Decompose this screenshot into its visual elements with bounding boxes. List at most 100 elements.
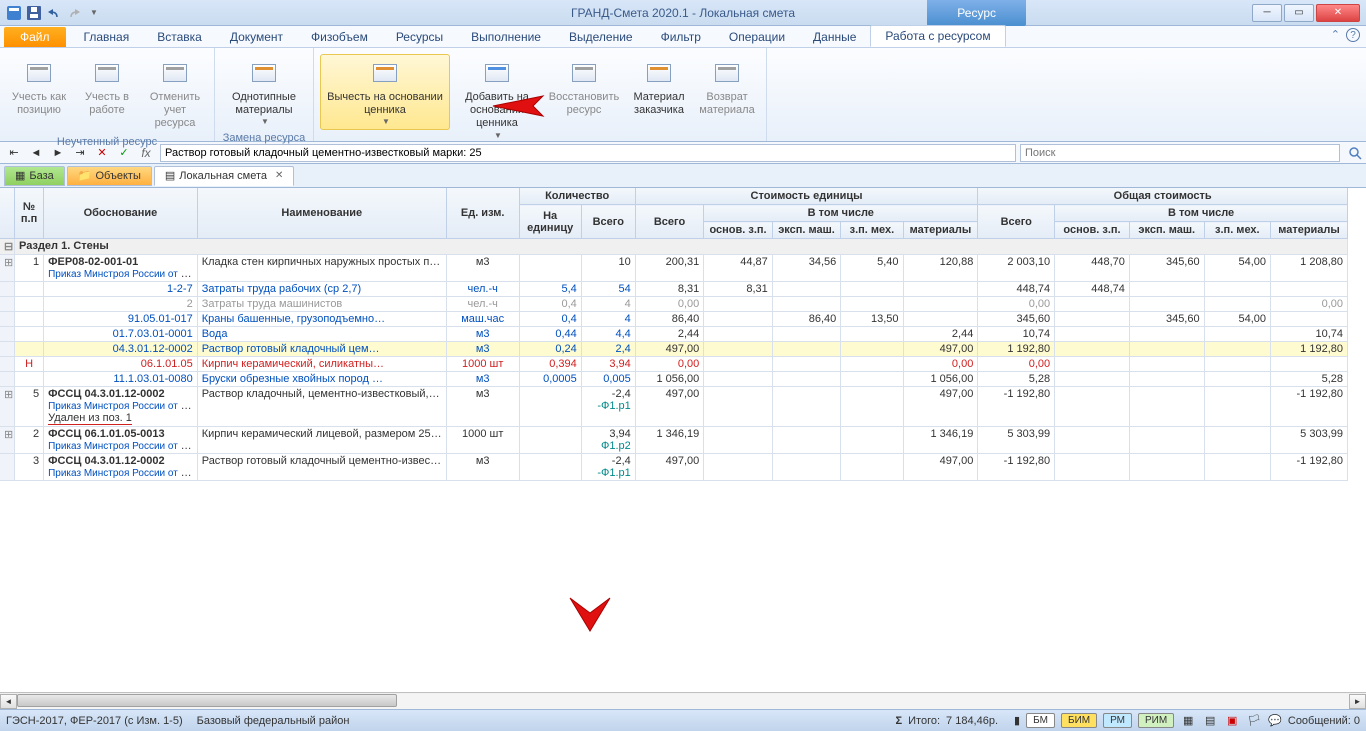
ribbon-group-unaccounted: Учесть как позицию Учесть в работе Отмен… — [0, 48, 215, 141]
search-input[interactable] — [1020, 144, 1340, 162]
nav-prev-icon[interactable]: ◄ — [26, 144, 46, 162]
scroll-left-icon[interactable]: ◄ — [0, 694, 17, 709]
status-flag-icon[interactable]: 🏳 — [1246, 713, 1262, 729]
messages-icon[interactable]: 💬 — [1268, 714, 1282, 727]
cancel-icon[interactable]: ✕ — [92, 144, 112, 162]
table-row-highlighted[interactable]: 04.3.01.12-0002Раствор готовый кладочный… — [0, 342, 1348, 357]
tab-physvolume[interactable]: Физобъем — [297, 27, 382, 47]
nav-last-icon[interactable]: ⇥ — [70, 144, 90, 162]
qat-dropdown-icon[interactable]: ▼ — [86, 5, 102, 21]
status-icon-2[interactable]: ▤ — [1202, 713, 1218, 729]
col-npp[interactable]: № п.п — [15, 188, 44, 239]
tab-file[interactable]: Файл — [4, 27, 66, 47]
table-row[interactable]: 01.7.03.01-0001Водам30,444,42,442,4410,7… — [0, 327, 1348, 342]
btn-subtract-by-pricelist[interactable]: Вычесть на основании ценника▼ — [320, 54, 450, 130]
tab-operations[interactable]: Операции — [715, 27, 799, 47]
status-region: Базовый федеральный район — [197, 715, 350, 727]
tab-execution[interactable]: Выполнение — [457, 27, 555, 47]
nav-next-icon[interactable]: ► — [48, 144, 68, 162]
flag-icon: ▮ — [1014, 714, 1020, 727]
btn-similar-materials[interactable]: Однотипные материалы▼ — [221, 54, 307, 130]
tab-base[interactable]: ▦База — [4, 166, 65, 186]
redo-icon[interactable] — [66, 5, 82, 21]
save-icon[interactable] — [26, 5, 42, 21]
table-row[interactable]: 91.05.01-017Краны башенные, грузоподъемн… — [0, 312, 1348, 327]
col-sted[interactable]: Стоимость единицы — [635, 188, 978, 205]
tab-objects[interactable]: 📁Объекты — [67, 166, 152, 186]
btn-account-in-work[interactable]: Учесть в работе — [74, 54, 140, 120]
db-icon: ▦ — [15, 169, 25, 182]
search-go-icon[interactable] — [1344, 144, 1366, 162]
tab-close-icon[interactable]: ✕ — [275, 170, 283, 181]
scroll-thumb[interactable] — [17, 694, 397, 707]
window-controls: ─ ▭ ✕ — [1252, 4, 1360, 22]
contextual-tab-label: Ресурс — [927, 0, 1026, 26]
badge-bim[interactable]: БИМ — [1061, 713, 1097, 728]
btn-restore-resource[interactable]: Восстановить ресурс — [544, 54, 624, 120]
help-icon[interactable]: ? — [1346, 28, 1360, 42]
doc-icon: ▤ — [165, 169, 175, 182]
btn-cancel-accounting[interactable]: Отменить учет ресурса — [142, 54, 208, 134]
folder-icon: 📁 — [78, 169, 92, 182]
table-row[interactable]: ⊞ 5 ФССЦ 04.3.01.12-0002Приказ Минстроя … — [0, 387, 1348, 427]
accept-icon[interactable]: ✓ — [114, 144, 134, 162]
horizontal-scrollbar[interactable]: ◄ ► — [0, 692, 1366, 709]
tab-resources[interactable]: Ресурсы — [382, 27, 457, 47]
tab-document[interactable]: Документ — [216, 27, 297, 47]
ribbon-tab-strip: Файл Главная Вставка Документ Физобъем Р… — [0, 26, 1366, 48]
table-row[interactable]: 3 ФССЦ 04.3.01.12-0002Приказ Минстроя Ро… — [0, 454, 1348, 481]
quick-access-toolbar: ▼ — [0, 5, 102, 21]
table-row[interactable]: 2Затраты труда машинистовчел.-ч0,440,000… — [0, 297, 1348, 312]
col-naim[interactable]: Наименование — [197, 188, 446, 239]
minimize-button[interactable]: ─ — [1252, 4, 1282, 22]
grid-container: № п.п Обоснование Наименование Ед. изм. … — [0, 188, 1366, 692]
status-icon-1[interactable]: ▦ — [1180, 713, 1196, 729]
table-row[interactable]: 11.1.03.01-0080Бруски обрезные хвойных п… — [0, 372, 1348, 387]
badge-bm[interactable]: БМ — [1026, 713, 1055, 728]
ribbon-group-operations: Вычесть на основании ценника▼ Добавить н… — [314, 48, 767, 141]
undo-icon[interactable] — [46, 5, 62, 21]
status-base: ГЭСН-2017, ФЕР-2017 (с Изм. 1-5) — [6, 715, 183, 727]
btn-add-by-pricelist[interactable]: Добавить на основании ценника▼ — [452, 54, 542, 143]
tab-resource-work[interactable]: Работа с ресурсом — [870, 25, 1005, 47]
ribbon-minimize-icon[interactable]: ⌃ — [1331, 28, 1340, 42]
section-row[interactable]: ⊟Раздел 1. Стены — [0, 239, 1348, 255]
messages-label[interactable]: Сообщений: 0 — [1288, 715, 1360, 727]
tab-main[interactable]: Главная — [70, 27, 144, 47]
tab-filter[interactable]: Фильтр — [647, 27, 715, 47]
tab-selection[interactable]: Выделение — [555, 27, 647, 47]
ribbon-body: Учесть как позицию Учесть в работе Отмен… — [0, 48, 1366, 142]
badge-rim[interactable]: РИМ — [1138, 713, 1174, 728]
formula-input[interactable] — [160, 144, 1016, 162]
fx-icon[interactable]: fx — [136, 144, 156, 162]
close-button[interactable]: ✕ — [1316, 4, 1360, 22]
scroll-right-icon[interactable]: ► — [1349, 694, 1366, 709]
sum-icon: Σ — [896, 715, 903, 727]
badge-rm[interactable]: РМ — [1103, 713, 1132, 728]
col-ed[interactable]: Ед. изм. — [446, 188, 519, 239]
table-row[interactable]: ⊞ 2 ФССЦ 06.1.01.05-0013Приказ Минстроя … — [0, 427, 1348, 454]
tab-insert[interactable]: Вставка — [143, 27, 216, 47]
status-icon-3[interactable]: ▣ — [1224, 713, 1240, 729]
btn-return-material[interactable]: Возврат материала — [694, 54, 760, 120]
tab-local-estimate[interactable]: ▤Локальная смета✕ — [154, 166, 295, 186]
table-row[interactable]: ⊞⊟ 1 ФЕР08-02-001-01Приказ Минстроя Росс… — [0, 255, 1348, 282]
btn-account-as-position[interactable]: Учесть как позицию — [6, 54, 72, 120]
col-kol[interactable]: Количество — [519, 188, 635, 205]
btn-customer-material[interactable]: Материал заказчика — [626, 54, 692, 120]
table-row[interactable]: 1-2-7Затраты труда рабочих (ср 2,7)чел.-… — [0, 282, 1348, 297]
nav-first-icon[interactable]: ⇤ — [4, 144, 24, 162]
col-obosn[interactable]: Обоснование — [44, 188, 198, 239]
estimate-grid[interactable]: № п.п Обоснование Наименование Ед. изм. … — [0, 188, 1348, 481]
col-obst[interactable]: Общая стоимость — [978, 188, 1348, 205]
itogo-label: Итого: — [908, 715, 940, 727]
annotation-arrow2-icon — [565, 593, 615, 639]
itogo-value: 7 184,46р. — [946, 715, 998, 727]
app-icon — [6, 5, 22, 21]
formula-bar: ⇤ ◄ ► ⇥ ✕ ✓ fx — [0, 142, 1366, 164]
ribbon-group-replace: Однотипные материалы▼ Замена ресурса — [215, 48, 314, 141]
table-row[interactable]: Н06.1.01.05Кирпич керамический, силикатн… — [0, 357, 1348, 372]
maximize-button[interactable]: ▭ — [1284, 4, 1314, 22]
tab-data[interactable]: Данные — [799, 27, 870, 47]
scroll-track[interactable] — [17, 694, 1349, 709]
